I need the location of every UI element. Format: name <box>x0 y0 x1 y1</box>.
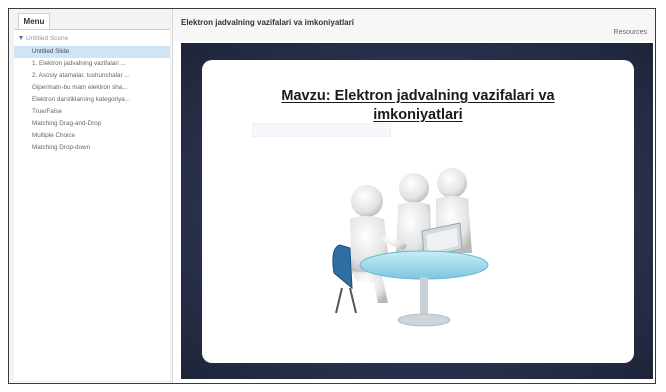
menu-panel: Untitled Scene Untitled Slide 1. Elektro… <box>14 29 170 380</box>
slide-canvas: Mavzu: Elektron jadvalning vazifalari va… <box>202 60 634 363</box>
slide-item[interactable]: Untitled Slide <box>14 46 170 58</box>
slide-item[interactable]: Matching Drop-down <box>14 142 170 154</box>
slide-item[interactable]: Elektron darsliklarning kategoriya... <box>14 94 170 106</box>
slide-list: Untitled Slide 1. Elektron jadvalning va… <box>14 46 170 154</box>
sidebar: Menu Untitled Scene Untitled Slide 1. El… <box>9 9 173 383</box>
title-bar: Elektron jadvalning vazifalari va imkoni… <box>173 9 655 41</box>
slide-item[interactable]: Matching Drag-and-Drop <box>14 118 170 130</box>
expand-triangle-icon[interactable] <box>19 36 23 41</box>
slide-item[interactable]: Multiple Choice <box>14 130 170 142</box>
faded-text-box <box>252 123 391 137</box>
presentation-title: Elektron jadvalning vazifalari va imkoni… <box>181 18 354 27</box>
scene-label: Untitled Scene <box>26 35 69 42</box>
player-window: Menu Untitled Scene Untitled Slide 1. El… <box>8 8 656 384</box>
slide-item[interactable]: 1. Elektron jadvalning vazifalari ... <box>14 58 170 70</box>
scene-row[interactable]: Untitled Scene <box>19 35 68 42</box>
meeting-illustration <box>332 168 489 327</box>
slide-stage: Mavzu: Elektron jadvalning vazifalari va… <box>181 43 653 379</box>
slide-item[interactable]: True/False <box>14 106 170 118</box>
slide-title: Mavzu: Elektron jadvalning vazifalari va… <box>281 88 555 123</box>
resources-button[interactable]: Resources <box>614 29 647 36</box>
slide-item[interactable]: Gipermatn-bu matn elektron sha... <box>14 82 170 94</box>
menu-tab[interactable]: Menu <box>18 13 50 30</box>
slide-item[interactable]: 2. Asosiy atamalar, tushunchalar ... <box>14 70 170 82</box>
main-area: Elektron jadvalning vazifalari va imkoni… <box>173 9 655 383</box>
